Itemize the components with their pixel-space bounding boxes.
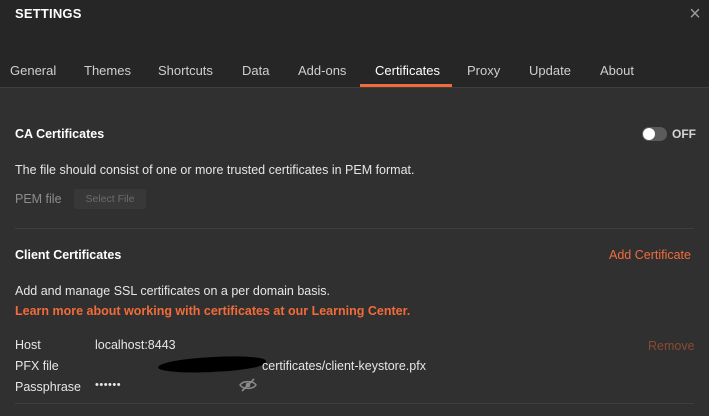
entry-divider	[15, 403, 694, 404]
tab-themes[interactable]: Themes	[84, 63, 131, 78]
tab-certificates[interactable]: Certificates	[375, 63, 440, 78]
pem-file-label: PEM file	[15, 192, 62, 206]
host-label: Host	[15, 338, 41, 352]
client-description: Add and manage SSL certificates on a per…	[15, 284, 331, 298]
host-value: localhost:8443	[95, 338, 176, 352]
ca-description: The file should consist of one or more t…	[15, 163, 415, 177]
ca-certificates-title: CA Certificates	[15, 127, 105, 141]
dialog-header: SETTINGS ×	[0, 0, 709, 36]
ca-toggle-state: OFF	[672, 127, 696, 141]
toggle-knob	[643, 128, 655, 140]
close-icon[interactable]: ×	[685, 4, 705, 25]
passphrase-value: ••••••	[95, 379, 122, 391]
select-file-button[interactable]: Select File	[74, 189, 146, 209]
tab-proxy[interactable]: Proxy	[467, 63, 500, 78]
active-tab-indicator	[360, 84, 452, 87]
tab-update[interactable]: Update	[529, 63, 571, 78]
eye-slash-icon[interactable]	[238, 377, 258, 393]
settings-tabs: General Themes Shortcuts Data Add-ons Ce…	[0, 36, 709, 88]
add-certificate-button[interactable]: Add Certificate	[609, 248, 691, 262]
passphrase-label: Passphrase	[15, 380, 82, 394]
tab-add-ons[interactable]: Add-ons	[298, 63, 346, 78]
ca-certificates-toggle[interactable]	[642, 127, 667, 141]
pfx-file-value: certificates/client-keystore.pfx	[262, 359, 426, 373]
tab-data[interactable]: Data	[242, 63, 269, 78]
client-certificates-title: Client Certificates	[15, 248, 122, 262]
settings-dialog: SETTINGS × General Themes Shortcuts Data…	[0, 0, 709, 416]
tab-general[interactable]: General	[10, 63, 56, 78]
remove-certificate-button[interactable]: Remove	[648, 339, 695, 353]
dialog-title: SETTINGS	[15, 6, 82, 21]
section-divider	[15, 228, 694, 229]
tab-about[interactable]: About	[600, 63, 634, 78]
learning-center-link[interactable]: Learn more about working with certificat…	[15, 304, 410, 318]
redacted-path-mark	[157, 355, 267, 374]
pfx-file-label: PFX file	[15, 359, 59, 373]
tab-shortcuts[interactable]: Shortcuts	[158, 63, 213, 78]
